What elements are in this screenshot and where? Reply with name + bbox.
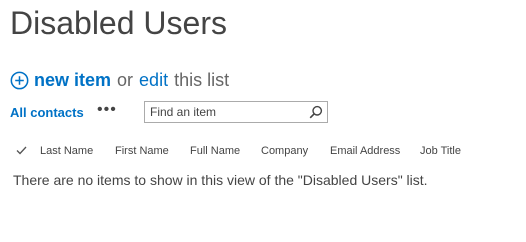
search-box (144, 101, 328, 123)
view-selector-all-contacts[interactable]: All contacts (10, 105, 84, 120)
more-options-button[interactable]: ••• (97, 101, 117, 119)
empty-list-message: There are no items to show in this view … (13, 172, 428, 188)
add-circle-icon[interactable] (10, 71, 29, 90)
column-header-job-title[interactable]: Job Title (420, 145, 461, 157)
column-header-row: Last Name First Name Full Name Company E… (0, 143, 526, 161)
column-header-first-name[interactable]: First Name (115, 145, 169, 157)
list-page: Disabled Users new item or edit this lis… (0, 0, 526, 242)
search-input[interactable] (150, 104, 300, 120)
edit-suffix-text: this list (174, 69, 230, 90)
edit-link[interactable]: edit (139, 70, 168, 91)
page-title: Disabled Users (10, 5, 227, 41)
search-icon[interactable] (309, 105, 323, 119)
or-text: or (117, 69, 134, 90)
column-header-email-address[interactable]: Email Address (330, 145, 400, 157)
select-all-check-icon[interactable] (16, 146, 27, 155)
column-header-full-name[interactable]: Full Name (190, 145, 240, 157)
new-item-bar: new item or edit this list (10, 68, 229, 92)
new-item-link[interactable]: new item (34, 70, 111, 91)
column-header-last-name[interactable]: Last Name (40, 145, 93, 157)
column-header-company[interactable]: Company (261, 145, 308, 157)
